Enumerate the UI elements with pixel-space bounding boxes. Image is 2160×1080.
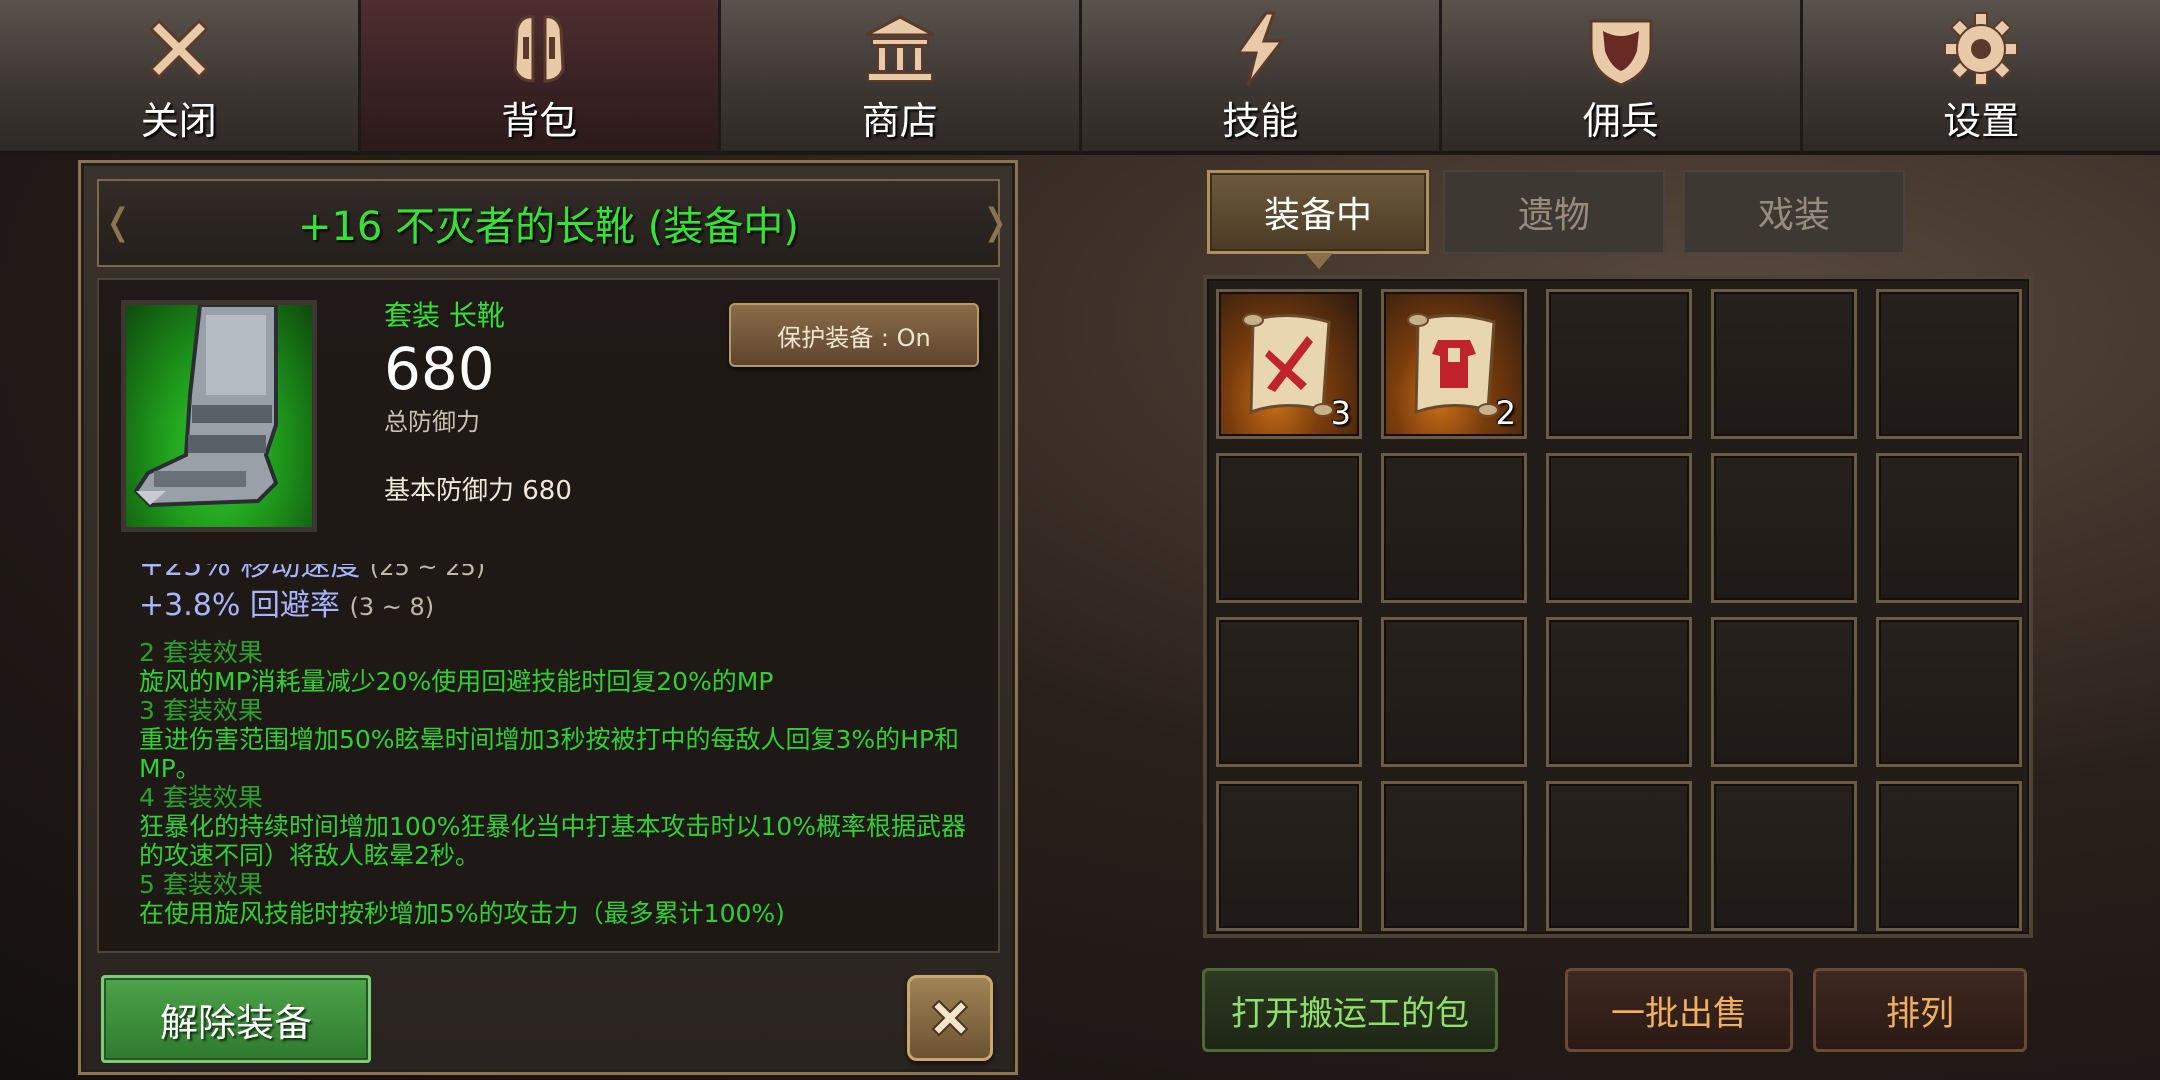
inventory-slot[interactable]	[1216, 453, 1362, 603]
active-tab-indicator	[1305, 253, 1333, 269]
defense-stats: 套装 长靴 680 总防御力	[384, 294, 505, 437]
inventory-slot[interactable]	[1381, 453, 1527, 603]
base-defense: 基本防御力 680	[384, 476, 572, 506]
tab-label: 关闭	[140, 99, 217, 143]
sort-button[interactable]: 排列	[1813, 968, 2027, 1052]
item-title-bar: ❬ +16 不灭者的长靴 (装备中) ❭	[97, 179, 1011, 267]
attr-value: +3.8%	[139, 588, 241, 623]
tab-equipped[interactable]: 装备中	[1207, 170, 1429, 254]
tab-costumes[interactable]: 戏装	[1683, 170, 1905, 254]
close-icon	[134, 4, 224, 94]
skill-lightning-icon	[1215, 4, 1305, 94]
inventory-slot[interactable]	[1876, 453, 2022, 603]
tab-label: 设置	[1943, 99, 2020, 143]
set-effect-header: 4 套装效果	[139, 783, 263, 812]
inventory-slot[interactable]	[1546, 453, 1692, 603]
mercenary-shield-icon	[1576, 4, 1666, 94]
inventory-slot[interactable]	[1876, 781, 2022, 931]
tab-label: 商店	[861, 99, 938, 143]
inventory-slot[interactable]	[1546, 781, 1692, 931]
set-effect-header: 3 套装效果	[139, 696, 263, 725]
tab-mercenary[interactable]: 佣兵	[1442, 0, 1803, 155]
close-item-button[interactable]	[907, 975, 993, 1061]
inventory-slot[interactable]	[1711, 617, 1857, 767]
inventory-slot[interactable]	[1216, 781, 1362, 931]
total-defense-label: 总防御力	[384, 408, 480, 436]
set-effect-text: 重进伤害范围增加50%眩晕时间增加3秒按被打中的每敌人回复3%的HP和MP。	[139, 725, 960, 783]
inventory-slot[interactable]	[1381, 781, 1527, 931]
tab-relics[interactable]: 遗物	[1443, 170, 1665, 254]
attribute-evasion: +3.8% 回避率 (3 ~ 8)	[139, 580, 434, 624]
item-detail-box: 套装 长靴 680 总防御力 基本防御力 680 保护装备 : On +25% …	[97, 278, 1000, 953]
boots-item-image	[121, 300, 317, 532]
tab-label: 技能	[1222, 99, 1299, 143]
total-defense-value: 680	[384, 335, 495, 403]
attr-range: (3 ~ 8)	[349, 593, 435, 621]
tab-label: 佣兵	[1582, 99, 1659, 143]
item-title: +16 不灭者的长靴 (装备中)	[297, 204, 800, 250]
gear-icon	[1936, 4, 2026, 94]
set-effect-text: 狂暴化的持续时间增加100%狂暴化当中打基本攻击时以10%概率根据武器的攻速不同…	[139, 812, 967, 870]
game-screen: 关闭 背包 商店 技能 佣兵 设置 ❬ +16 不灭者的长靴 (装备中) ❭ 套…	[0, 0, 2160, 1080]
tab-backpack[interactable]: 背包	[360, 0, 721, 155]
set-effect-header: 2 套装效果	[139, 638, 263, 667]
inventory-slot[interactable]	[1876, 289, 2022, 439]
inventory-grid: 3 2	[1203, 275, 2033, 938]
bulk-sell-button[interactable]: 一批出售	[1565, 968, 1793, 1052]
inventory-slot[interactable]	[1546, 289, 1692, 439]
set-effect-header: 5 套装效果	[139, 870, 263, 899]
set-effect-text: 旋风的MP消耗量减少20%使用回避技能时回复20%的MP	[139, 667, 774, 696]
inventory-slot[interactable]	[1876, 617, 2022, 767]
item-detail-panel: ❬ +16 不灭者的长靴 (装备中) ❭ 套装 长靴 680 总防御力 基本防御…	[78, 160, 1018, 1075]
tab-label: 背包	[501, 99, 578, 143]
protect-equipment-button[interactable]: 保护装备 : On	[729, 303, 979, 367]
item-quantity: 2	[1495, 394, 1516, 432]
set-effect-text: 在使用旋风技能时按秒增加5%的攻击力（最多累计100%)	[139, 899, 785, 928]
close-icon	[931, 999, 969, 1037]
shop-icon	[855, 4, 945, 94]
inventory-slot[interactable]: 2	[1381, 289, 1527, 439]
inventory-slot[interactable]	[1711, 289, 1857, 439]
inventory-slot[interactable]	[1711, 453, 1857, 603]
backpack-icon	[494, 4, 584, 94]
tab-skills[interactable]: 技能	[1081, 0, 1442, 155]
ornament-icon: ❬	[103, 202, 134, 243]
top-nav: 关闭 背包 商店 技能 佣兵 设置	[0, 0, 2160, 155]
tab-close[interactable]: 关闭	[0, 0, 361, 155]
inventory-slot[interactable]: 3	[1216, 289, 1362, 439]
set-effects-list: 2 套装效果 旋风的MP消耗量减少20%使用回避技能时回复20%的MP 3 套装…	[139, 638, 969, 928]
inventory-slot[interactable]	[1216, 617, 1362, 767]
ornament-icon: ❭	[980, 202, 1011, 243]
tab-shop[interactable]: 商店	[721, 0, 1082, 155]
inventory-slot[interactable]	[1546, 617, 1692, 767]
item-quantity: 3	[1330, 394, 1351, 432]
attr-name: 回避率	[249, 588, 340, 623]
inventory-slot[interactable]	[1381, 617, 1527, 767]
tab-settings[interactable]: 设置	[1802, 0, 2160, 155]
inventory-slot[interactable]	[1711, 781, 1857, 931]
unequip-button[interactable]: 解除装备	[101, 975, 371, 1063]
set-type-label: 套装 长靴	[384, 299, 505, 332]
open-porter-bag-button[interactable]: 打开搬运工的包	[1202, 968, 1498, 1052]
